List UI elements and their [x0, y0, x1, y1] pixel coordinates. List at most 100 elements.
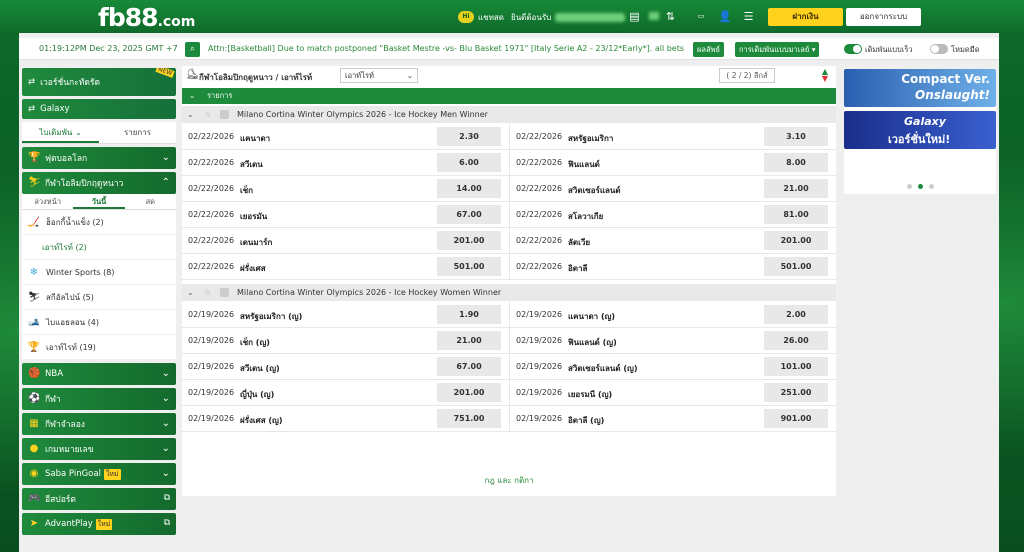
odds-button[interactable]: 3.10	[764, 127, 828, 146]
odds-button[interactable]: 751.00	[437, 409, 501, 428]
odds-button[interactable]: 201.00	[437, 383, 501, 402]
tab-live[interactable]: สด	[125, 194, 176, 209]
odds-button[interactable]: 501.00	[437, 257, 501, 276]
sidebar-item-number-game[interactable]: ● เกมหมายเลข ⌄	[22, 438, 176, 460]
esports-icon: 🎮	[28, 493, 41, 504]
league-pager[interactable]: ( 2 / 2) ลีกส์	[719, 68, 775, 83]
star-icon[interactable]: ☆	[204, 106, 211, 123]
rules-link[interactable]: กฎ และ กติกา	[182, 474, 836, 487]
stats-icon[interactable]	[220, 110, 229, 119]
logout-button[interactable]: ออกจากระบบ	[846, 8, 921, 26]
event-date: 02/22/2026	[516, 158, 563, 167]
sidebar-item-ice-hockey[interactable]: 🏒 ฮ็อกกี้น้ำแข็ง (2)	[22, 210, 176, 235]
odds-button[interactable]: 201.00	[764, 231, 828, 250]
sidebar-item-biathlon[interactable]: 🎿 ไบแอธลอน (4)	[22, 310, 176, 335]
sidebar-item-advantplay[interactable]: ➤ AdvantPlay ใหม่ ⧉	[22, 513, 176, 535]
sidebar-item-nba[interactable]: 🏀 NBA ⌄	[22, 363, 176, 385]
results-button[interactable]: ผลลัพธ์	[693, 42, 725, 57]
event-date: 02/22/2026	[188, 132, 235, 141]
external-link-icon: ⧉	[163, 518, 170, 528]
sidebar-item-winter-sports[interactable]: ❄ Winter Sports (8)	[22, 260, 176, 285]
event-date: 02/19/2026	[188, 388, 235, 397]
sidebar-item-outright[interactable]: 🏆 เอาท์ไรท์ (19)	[22, 335, 176, 360]
chevron-down-icon[interactable]: ⌄	[187, 284, 194, 301]
sidebar-item-winter-olympics[interactable]: ⛷ กีฬาโอลิมปิกฤดูหนาว ⌃	[22, 172, 176, 194]
outright-selection: 02/19/2026 สวีเดน (ญ) 67.00	[182, 354, 509, 380]
odds-button[interactable]: 101.00	[764, 357, 828, 376]
chevron-down-icon: ⌄	[161, 393, 170, 404]
odds-button[interactable]: 501.00	[764, 257, 828, 276]
sidebar-item-outright-hockey[interactable]: เอาท์ไรท์ (2)	[22, 235, 176, 260]
odds-button[interactable]: 901.00	[764, 409, 828, 428]
event-header[interactable]: ⌄ ☆ Milano Cortina Winter Olympics 2026 - …	[182, 284, 836, 301]
odds-button[interactable]: 6.00	[437, 153, 501, 172]
outright-selection: 02/22/2026 สวีเดน 6.00	[182, 150, 509, 176]
main-panel: 01:19:12PM Dec 23, 2025 GMT +7 ⌕ Attn:[B…	[19, 33, 999, 552]
team-name: เดนมาร์ก	[240, 238, 273, 247]
odds-type-select[interactable]: การเดิมพันแบบมาเลย์ ▾	[735, 42, 820, 57]
sidebar-item-alpine-ski[interactable]: ⛷ สกีอัลไปน์ (5)	[22, 285, 176, 310]
chevron-down-icon[interactable]: ⌄	[189, 88, 195, 104]
pingoal-icon: ◉	[29, 468, 39, 479]
brand-logo[interactable]: fb88.com	[98, 3, 195, 32]
balance-redacted	[649, 10, 659, 23]
promo-icon[interactable]: ▭	[690, 10, 712, 23]
odds-button[interactable]: 8.00	[764, 153, 828, 172]
galaxy-banner[interactable]: ⇄ Galaxy	[22, 99, 176, 119]
live-chat-link[interactable]: Hi แชทสด	[458, 9, 504, 25]
ticker-message[interactable]: Attn:[Basketball] Due to match postponed…	[208, 44, 698, 53]
odds-button[interactable]: 26.00	[764, 331, 828, 350]
odds-button[interactable]: 201.00	[437, 231, 501, 250]
odds-button[interactable]: 81.00	[764, 205, 828, 224]
table-row: 02/22/2026 เยอรมัน 67.00 02/22/2026 สโลวาเกี…	[182, 202, 836, 228]
menu-icon[interactable]: ☰	[742, 10, 755, 23]
odds-button[interactable]: 2.00	[764, 305, 828, 324]
compact-promo-banner[interactable]: Compact Ver. Onslaught!	[844, 69, 996, 107]
team-name: อิตาลี (ญ)	[568, 416, 605, 425]
odds-button[interactable]: 251.00	[764, 383, 828, 402]
team-name: สวีเดน	[240, 160, 263, 169]
event-date: 02/22/2026	[516, 210, 563, 219]
event-date: 02/22/2026	[188, 184, 235, 193]
new-badge: ใหม่	[103, 468, 121, 480]
chevron-down-icon[interactable]: ⌄	[187, 106, 194, 123]
odds-button[interactable]: 14.00	[437, 179, 501, 198]
carousel-dots[interactable]	[904, 182, 937, 192]
event-date: 02/22/2026	[188, 262, 235, 271]
tab-early[interactable]: ล่วงหน้า	[22, 194, 73, 209]
sidebar-item-virtual-sports[interactable]: ▦ กีฬาจำลอง ⌄	[22, 413, 176, 435]
compact-version-banner[interactable]: ⇄ เวอร์ชั่นกะทัดรัด NEW	[22, 68, 176, 96]
account-icon[interactable]: 👤	[718, 10, 732, 23]
search-icon[interactable]: ⌕	[185, 42, 200, 57]
tab-betslip[interactable]: ไบเดิมพัน ⌄	[22, 122, 99, 143]
statement-icon[interactable]: ▤	[628, 10, 641, 23]
sidebar-item-world-cup[interactable]: 🏆 ฟุตบอลโลก ⌄	[22, 147, 176, 169]
odds-button[interactable]: 67.00	[437, 205, 501, 224]
sidebar-item-saba-pingoal[interactable]: ◉ Saba PinGoal ใหม่ ⌄	[22, 463, 176, 485]
tab-list[interactable]: รายการ	[99, 122, 176, 143]
event-title: Milano Cortina Winter Olympics 2026 - Ic…	[237, 288, 502, 297]
sidebar-item-sports[interactable]: ⚽ กีฬา ⌄	[22, 388, 176, 410]
galaxy-promo-banner[interactable]: Galaxy เวอร์ชั่นใหม่!	[844, 111, 996, 149]
odds-button[interactable]: 1.90	[437, 305, 501, 324]
market-select[interactable]: เอาท์ไรท์ ⌄	[340, 68, 418, 83]
star-icon[interactable]: ☆	[204, 284, 211, 301]
deposit-button[interactable]: ฝากเงิน	[768, 8, 843, 26]
outright-selection: 02/19/2026 ญี่ปุ่น (ญ) 201.00	[182, 380, 509, 406]
transfer-icon[interactable]: ⇅	[664, 10, 677, 23]
event-header[interactable]: ⌄ ☆ Milano Cortina Winter Olympics 2026 - …	[182, 106, 836, 123]
odds-button[interactable]: 67.00	[437, 357, 501, 376]
quick-bet-toggle[interactable]	[844, 44, 862, 54]
odds-button[interactable]: 21.00	[764, 179, 828, 198]
sidebar-item-esports[interactable]: 🎮 อีสปอร์ต ⧉	[22, 488, 176, 510]
tab-today[interactable]: วันนี้	[73, 194, 125, 209]
biathlon-icon: 🎿	[27, 316, 41, 328]
new-tag: NEW	[155, 68, 175, 78]
odds-button[interactable]: 2.30	[437, 127, 501, 146]
sort-icon[interactable]: ▲ ▼	[822, 68, 828, 83]
outright-selection: 02/22/2026 เดนมาร์ก 201.00	[182, 228, 509, 254]
dark-mode-toggle[interactable]	[930, 44, 948, 54]
team-name: เยอรมนี (ญ)	[568, 390, 613, 399]
stats-icon[interactable]	[220, 288, 229, 297]
odds-button[interactable]: 21.00	[437, 331, 501, 350]
